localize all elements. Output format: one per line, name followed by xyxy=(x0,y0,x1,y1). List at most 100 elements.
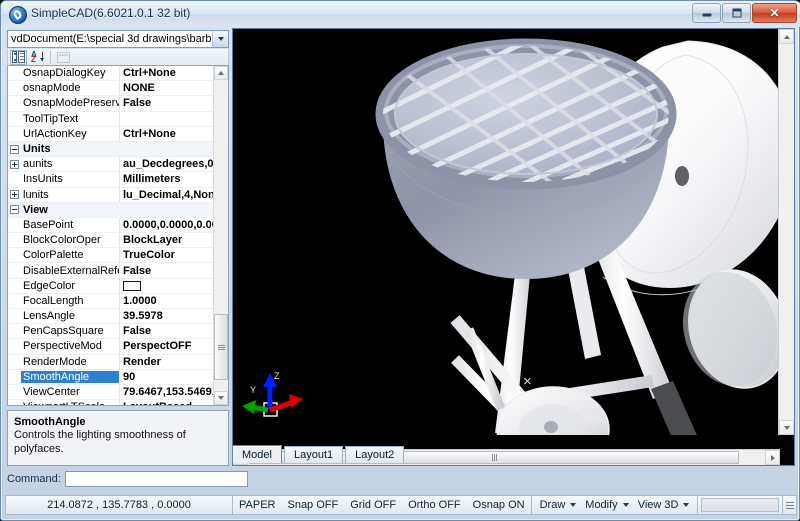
tab-model[interactable]: Model xyxy=(232,445,282,463)
status-toggle-ortho[interactable]: Ortho OFF xyxy=(408,499,461,511)
status-menu-label: Modify xyxy=(585,499,617,511)
svg-text:Z: Z xyxy=(274,371,280,381)
property-row[interactable]: ColorPaletteTrueColor xyxy=(8,248,214,263)
property-name: OsnapDialogKey xyxy=(21,67,119,79)
expander-toggle-icon[interactable] xyxy=(8,190,21,199)
resize-grip-icon[interactable] xyxy=(783,495,797,515)
property-row[interactable]: SmoothAngle90 xyxy=(8,370,214,385)
document-selector[interactable]: vdDocument(E:\special 3d drawings\barbec… xyxy=(7,30,229,48)
property-name: View xyxy=(21,204,117,216)
toolbar-separator xyxy=(50,51,51,64)
property-name: ToolTipText xyxy=(21,113,119,125)
property-row[interactable]: OsnapModePreserveFalse xyxy=(8,96,214,111)
property-name: osnapMode xyxy=(21,82,119,94)
property-row[interactable]: aunitsau_Decdegrees,0,No xyxy=(8,157,214,172)
status-menu-draw[interactable]: Draw xyxy=(540,499,577,511)
alphabetical-sort-icon[interactable]: AZ xyxy=(29,50,46,65)
close-button[interactable]: ✕ xyxy=(752,3,797,23)
property-row[interactable]: DisableExternalReferFalse xyxy=(8,263,214,278)
property-value[interactable]: 0.0000,0.0000,0.000 xyxy=(119,218,214,232)
property-category-row[interactable]: Units xyxy=(8,142,214,157)
drawing-viewport[interactable]: × Z Y xyxy=(232,28,795,466)
property-scroll-thumb[interactable] xyxy=(214,314,228,380)
chevron-down-icon[interactable] xyxy=(212,31,228,47)
status-menu-label: View 3D xyxy=(638,499,679,511)
property-value[interactable]: Millimeters xyxy=(119,172,214,186)
scroll-down-icon[interactable] xyxy=(779,420,794,435)
property-value[interactable]: 79.6467,153.5469,0. xyxy=(119,385,214,399)
property-value[interactable] xyxy=(117,142,214,156)
property-value[interactable]: Ctrl+None xyxy=(119,66,214,80)
property-value[interactable]: lu_Decimal,4,None xyxy=(119,188,214,202)
property-value[interactable]: 39.5978 xyxy=(119,309,214,323)
model-canvas[interactable]: × Z Y xyxy=(233,29,780,435)
property-value[interactable]: au_Decdegrees,0,No xyxy=(119,157,214,171)
property-row[interactable]: ToolTipText xyxy=(8,112,214,127)
expander-toggle-icon[interactable] xyxy=(8,160,21,169)
scroll-down-icon[interactable] xyxy=(214,391,228,405)
property-value[interactable]: LayoutBased xyxy=(119,400,214,405)
color-swatch[interactable] xyxy=(123,281,141,291)
property-row[interactable]: InsUnitsMillimeters xyxy=(8,172,214,187)
property-grid[interactable]: OsnapDialogKeyCtrl+NoneosnapModeNONEOsna… xyxy=(7,65,229,406)
property-row[interactable]: BasePoint0.0000,0.0000,0.000 xyxy=(8,218,214,233)
property-name: PerspectiveMod xyxy=(21,340,119,352)
crosshair-cursor: × xyxy=(523,374,532,389)
viewport-vertical-scrollbar[interactable] xyxy=(778,29,794,435)
status-menu-view-3d[interactable]: View 3D xyxy=(638,499,690,511)
property-value[interactable]: TrueColor xyxy=(119,248,214,262)
expander-toggle-icon[interactable] xyxy=(8,205,21,214)
property-row[interactable]: FocalLength1.0000 xyxy=(8,294,214,309)
property-value[interactable]: BlockLayer xyxy=(119,233,214,247)
property-row[interactable]: lunitslu_Decimal,4,None xyxy=(8,188,214,203)
status-menu-label: Draw xyxy=(540,499,566,511)
property-value[interactable]: Ctrl+None xyxy=(119,127,214,141)
restore-button[interactable] xyxy=(722,3,751,23)
property-value[interactable] xyxy=(119,112,214,126)
property-row[interactable]: PerspectiveModPerspectOFF xyxy=(8,339,214,354)
chevron-down-icon[interactable] xyxy=(623,503,629,507)
property-value[interactable]: Render xyxy=(119,355,214,369)
property-row[interactable]: ViewCenter79.6467,153.5469,0. xyxy=(8,385,214,400)
property-row[interactable]: LensAngle39.5978 xyxy=(8,309,214,324)
property-value[interactable]: False xyxy=(119,324,214,338)
property-value[interactable]: NONE xyxy=(119,81,214,95)
status-progress xyxy=(698,495,783,515)
tab-layout2[interactable]: Layout2 xyxy=(345,446,404,463)
chevron-down-icon[interactable] xyxy=(683,503,689,507)
status-toggle-paper[interactable]: PAPER xyxy=(239,499,275,511)
expander-toggle-icon[interactable] xyxy=(8,145,21,154)
property-grid-scrollbar[interactable] xyxy=(213,66,228,405)
minimize-button[interactable] xyxy=(692,3,721,23)
property-row[interactable]: EdgeColor xyxy=(8,279,214,294)
status-menu-modify[interactable]: Modify xyxy=(585,499,628,511)
property-value[interactable] xyxy=(117,203,214,217)
property-value[interactable]: 90 xyxy=(119,370,214,384)
property-row[interactable]: RenderModeRender xyxy=(8,355,214,370)
categorized-view-icon[interactable] xyxy=(10,50,27,65)
scroll-up-icon[interactable] xyxy=(779,29,794,44)
property-category-row[interactable]: View xyxy=(8,203,214,218)
property-name: SmoothAngle xyxy=(21,371,119,383)
property-row[interactable]: PenCapsSquareFalse xyxy=(8,324,214,339)
property-pages-icon[interactable] xyxy=(55,50,72,65)
property-value[interactable]: False xyxy=(119,263,214,277)
property-value[interactable] xyxy=(119,279,214,293)
scroll-up-icon[interactable] xyxy=(214,66,228,80)
status-toggle-snap[interactable]: Snap OFF xyxy=(287,499,338,511)
property-row[interactable]: BlockColorOperBlockLayer xyxy=(8,233,214,248)
command-input[interactable] xyxy=(65,471,248,487)
chevron-down-icon[interactable] xyxy=(570,503,576,507)
property-name: ColorPalette xyxy=(21,249,119,261)
property-value[interactable]: False xyxy=(119,96,214,110)
property-row[interactable]: OsnapDialogKeyCtrl+None xyxy=(8,66,214,81)
property-row[interactable]: osnapModeNONE xyxy=(8,81,214,96)
property-row[interactable]: ViewportLTScaleLayoutBased xyxy=(8,400,214,405)
property-value[interactable]: 1.0000 xyxy=(119,294,214,308)
property-value[interactable]: PerspectOFF xyxy=(119,339,214,353)
property-row[interactable]: UrlActionKeyCtrl+None xyxy=(8,127,214,142)
status-toggle-grid[interactable]: Grid OFF xyxy=(350,499,396,511)
tab-layout1[interactable]: Layout1 xyxy=(284,446,343,463)
layout-tabs: ModelLayout1Layout2 xyxy=(232,441,795,463)
status-toggle-osnap[interactable]: Osnap ON xyxy=(473,499,525,511)
